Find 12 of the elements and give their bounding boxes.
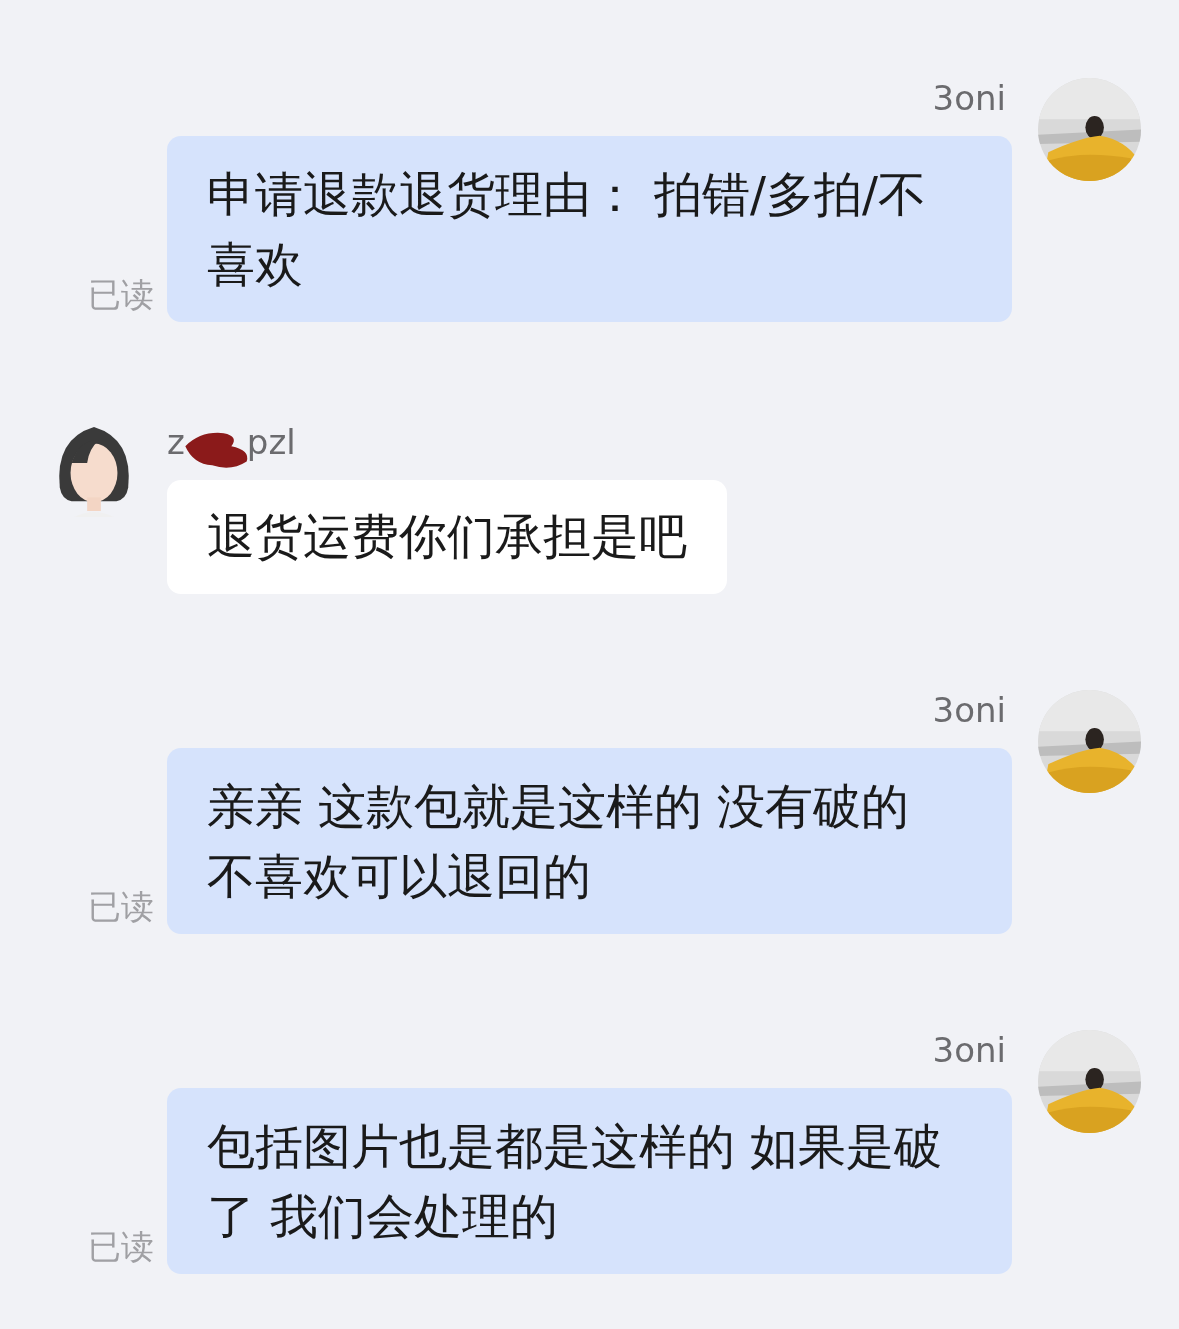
message-bubble: 申请退款退货理由： 拍错/多拍/不喜欢	[167, 136, 1012, 322]
read-receipt: 已读	[88, 886, 154, 928]
message-bubble: 退货运费你们承担是吧	[167, 480, 727, 594]
message-bubble: 包括图片也是都是这样的 如果是破了 我们会处理的	[167, 1088, 1012, 1274]
sender-name: z	[167, 422, 185, 462]
read-receipt: 已读	[88, 1226, 154, 1268]
sender-name: 3oni	[932, 1030, 1006, 1070]
sender-name: 3oni	[932, 78, 1006, 118]
sender-name: pzl	[246, 422, 296, 462]
sender-name: 3oni	[932, 690, 1006, 730]
message-bubble: 亲亲 这款包就是这样的 没有破的不喜欢可以退回的	[167, 748, 1012, 934]
read-receipt: 已读	[88, 274, 154, 316]
